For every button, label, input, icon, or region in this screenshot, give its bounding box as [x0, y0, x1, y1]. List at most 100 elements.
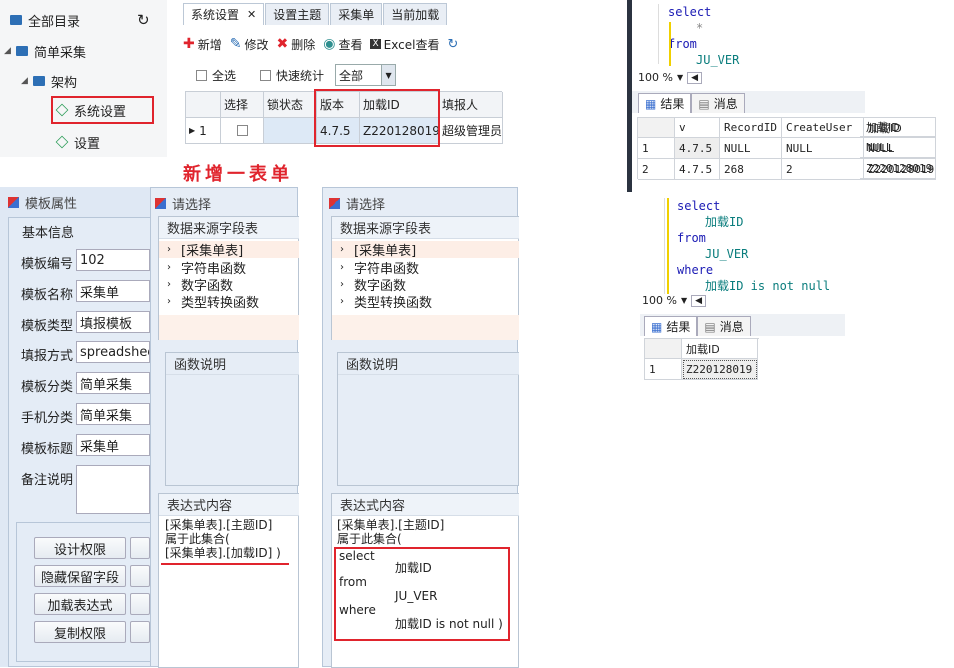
cell[interactable]: Z220128019	[860, 158, 936, 179]
cell[interactable]: NULL	[720, 138, 782, 159]
list-item[interactable]: › 数字函数	[167, 276, 233, 294]
select-all-checkbox[interactable]	[196, 69, 207, 81]
sql-editor[interactable]: select 加载ID from JU_VER where 加载ID is no…	[677, 198, 830, 294]
list-item[interactable]: › 类型转换函数	[340, 293, 432, 311]
expression-line[interactable]: 属于此集合(	[165, 532, 230, 546]
column-header[interactable]: RecordID	[720, 118, 782, 138]
cell[interactable]: 2	[782, 159, 864, 180]
cell[interactable]: NULL	[860, 137, 936, 158]
cell[interactable]: 4.7.5	[675, 159, 720, 180]
tab-results[interactable]: ▦ 结果	[644, 316, 698, 336]
delete-button[interactable]: ✖ 删除	[277, 36, 316, 53]
tab-system-settings[interactable]: 系统设置 ✕	[183, 3, 265, 25]
filter-combo[interactable]: 全部 ▼	[335, 64, 397, 86]
chevron-right-icon: ›	[167, 262, 171, 273]
column-header[interactable]: 加载ID	[860, 117, 936, 137]
row-number[interactable]: 1	[645, 359, 682, 380]
mobile-category-input[interactable]: 简单采集	[76, 403, 150, 425]
column-header[interactable]: 加载ID	[682, 339, 758, 359]
field-label: 模板编号	[21, 257, 74, 272]
tab-topic[interactable]: 设置主题	[265, 3, 330, 25]
reporter-cell[interactable]: 超级管理员	[439, 118, 503, 144]
zoom-control[interactable]: 100 % ▼ ◀	[642, 294, 707, 307]
list-item[interactable]: › 字符串函数	[340, 259, 419, 277]
refresh-icon[interactable]: ↻	[447, 37, 458, 52]
quick-stats-checkbox[interactable]	[260, 69, 272, 81]
tab-results[interactable]: ▦ 结果	[638, 93, 692, 113]
tree-folder-arch[interactable]: ◢ 架构	[21, 70, 77, 92]
list-item[interactable]: › [采集单表]	[332, 241, 519, 259]
expression-line[interactable]: 加载ID	[395, 561, 432, 575]
partial-button[interactable]	[130, 537, 150, 559]
tab-current[interactable]: 当前加载	[383, 3, 448, 25]
chevron-down-icon[interactable]: ▼	[681, 296, 687, 305]
row-number[interactable]: ▶ 1	[186, 118, 221, 144]
tree-folder-label: 架构	[51, 75, 78, 91]
partial-button[interactable]	[130, 593, 150, 615]
load-expression-button[interactable]: 加载表达式	[34, 593, 126, 615]
view-button[interactable]: ◉ 查看	[323, 36, 362, 53]
row-select-cell[interactable]	[221, 118, 264, 144]
sql-editor[interactable]: select * from JU_VER	[668, 4, 739, 68]
expression-line[interactable]: where	[339, 603, 376, 617]
tree-item-system-settings[interactable]: 系统设置	[51, 96, 154, 124]
template-category-input[interactable]: 简单采集	[76, 372, 150, 394]
chevron-down-icon[interactable]: ▼	[677, 73, 683, 82]
tab-form[interactable]: 采集单	[330, 3, 383, 25]
expression-line[interactable]: [采集单表].[主题ID]	[337, 518, 444, 532]
expression-line[interactable]: 属于此集合(	[337, 532, 402, 546]
grid-header[interactable]: 填报人	[439, 92, 503, 118]
tab-messages[interactable]: ▤ 消息	[697, 316, 751, 336]
expand-triangle-icon[interactable]: ◢	[21, 76, 33, 86]
column-header[interactable]: v	[675, 118, 720, 138]
partial-button[interactable]	[130, 565, 150, 587]
copy-permission-button[interactable]: 复制权限	[34, 621, 126, 643]
zoom-control[interactable]: 100 % ▼ ◀	[638, 71, 703, 84]
expression-line[interactable]: select	[339, 549, 375, 563]
hide-reserved-field-button[interactable]: 隐藏保留字段	[34, 565, 126, 587]
row-number[interactable]: 1	[638, 138, 675, 159]
template-type-input[interactable]: 填报模板	[76, 311, 150, 333]
tree-root[interactable]: 全部目录	[10, 9, 80, 31]
scroll-left-icon[interactable]: ◀	[691, 294, 707, 307]
template-title-input[interactable]: 采集单	[76, 434, 150, 456]
expression-line[interactable]: from	[339, 575, 367, 589]
expression-line[interactable]: [采集单表].[主题ID]	[165, 518, 272, 532]
chevron-down-icon[interactable]: ▼	[381, 65, 396, 85]
template-no-input[interactable]: 102	[76, 249, 150, 271]
remark-textarea[interactable]	[76, 465, 150, 514]
fill-mode-input[interactable]: spreadsheet	[76, 341, 150, 363]
tree-folder-simple[interactable]: ◢ 简单采集	[4, 40, 86, 62]
design-permission-button[interactable]: 设计权限	[34, 537, 126, 559]
column-header[interactable]: CreateUser	[782, 118, 864, 138]
list-item[interactable]: › 类型转换函数	[167, 293, 259, 311]
grid-header[interactable]: 选择	[221, 92, 264, 118]
edit-button[interactable]: ✎ 修改	[230, 36, 269, 53]
add-button[interactable]: ✚ 新增	[183, 36, 222, 53]
tab-label: 结果	[660, 97, 685, 111]
grid-header[interactable]: 锁状态	[264, 92, 317, 118]
tree-item-settings[interactable]: 设置	[55, 131, 100, 153]
row-number[interactable]: 2	[638, 159, 675, 180]
list-item[interactable]: › 字符串函数	[167, 259, 246, 277]
template-name-input[interactable]: 采集单	[76, 280, 150, 302]
cell[interactable]: 268	[720, 159, 782, 180]
cell[interactable]: 4.7.5	[675, 138, 720, 159]
expression-line[interactable]: 加载ID is not null )	[395, 617, 503, 631]
cell[interactable]: NULL	[782, 138, 864, 159]
partial-button[interactable]	[130, 621, 150, 643]
cell[interactable]: Z220128019	[682, 359, 758, 380]
row-checkbox[interactable]	[236, 125, 248, 136]
lock-cell[interactable]	[264, 118, 317, 144]
tab-messages[interactable]: ▤ 消息	[691, 93, 745, 113]
expression-line[interactable]: JU_VER	[395, 589, 437, 603]
expand-triangle-icon[interactable]: ◢	[4, 46, 16, 56]
excel-button[interactable]: X Excel查看	[370, 36, 439, 53]
folder-icon	[16, 46, 28, 56]
expression-line[interactable]: [采集单表].[加载ID] )	[165, 546, 281, 560]
refresh-icon[interactable]: ↻	[137, 11, 150, 29]
scroll-left-icon[interactable]: ◀	[687, 71, 703, 84]
close-icon[interactable]: ✕	[247, 8, 256, 21]
list-item[interactable]: › [采集单表]	[159, 241, 299, 259]
list-item[interactable]: › 数字函数	[340, 276, 406, 294]
